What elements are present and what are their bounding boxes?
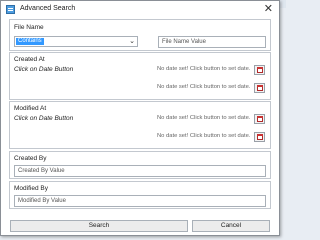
created-at-end-status: No date set! Click button to set date. bbox=[157, 84, 251, 90]
close-icon[interactable]: ✕ bbox=[264, 2, 273, 16]
title-bar: Advanced Search ✕ bbox=[1, 1, 279, 19]
calendar-icon bbox=[257, 116, 263, 122]
file-name-section: File Name Contains ⌄ File Name Value bbox=[9, 19, 271, 51]
modified-at-start-date-button[interactable] bbox=[254, 114, 265, 124]
created-by-input[interactable]: Created By Value bbox=[14, 165, 266, 177]
modified-at-section: Modified At Click on Date Button No date… bbox=[9, 101, 271, 149]
created-at-end-date-button[interactable] bbox=[254, 83, 265, 93]
app-icon bbox=[6, 5, 15, 14]
modified-at-end-date-button[interactable] bbox=[254, 132, 265, 142]
created-at-label: Created At bbox=[14, 56, 45, 63]
file-name-label: File Name bbox=[14, 24, 44, 31]
created-by-section: Created By Created By Value bbox=[9, 151, 271, 179]
calendar-icon bbox=[257, 67, 263, 73]
modified-by-label: Modified By bbox=[14, 185, 48, 192]
modified-at-hint: Click on Date Button bbox=[14, 115, 74, 122]
search-button[interactable]: Search bbox=[10, 220, 188, 232]
chevron-down-icon: ⌄ bbox=[129, 38, 135, 45]
dialog-title: Advanced Search bbox=[20, 5, 76, 12]
created-by-label: Created By bbox=[14, 155, 47, 162]
created-at-start-status: No date set! Click button to set date. bbox=[157, 66, 251, 72]
created-at-section: Created At Click on Date Button No date … bbox=[9, 52, 271, 100]
modified-at-end-status: No date set! Click button to set date. bbox=[157, 133, 251, 139]
modified-by-input[interactable]: Modified By Value bbox=[14, 195, 266, 207]
cancel-button[interactable]: Cancel bbox=[192, 220, 270, 232]
modified-at-label: Modified At bbox=[14, 105, 47, 112]
file-name-operator-value: Contains bbox=[16, 38, 44, 45]
file-name-operator-select[interactable]: Contains ⌄ bbox=[14, 36, 138, 47]
created-at-start-date-button[interactable] bbox=[254, 65, 265, 75]
calendar-icon bbox=[257, 134, 263, 140]
file-name-value-input[interactable]: File Name Value bbox=[158, 36, 266, 48]
advanced-search-dialog: Advanced Search ✕ File Name Contains ⌄ F… bbox=[0, 0, 280, 236]
modified-at-start-status: No date set! Click button to set date. bbox=[157, 115, 251, 121]
calendar-icon bbox=[257, 85, 263, 91]
created-at-hint: Click on Date Button bbox=[14, 66, 74, 73]
modified-by-section: Modified By Modified By Value bbox=[9, 181, 271, 209]
